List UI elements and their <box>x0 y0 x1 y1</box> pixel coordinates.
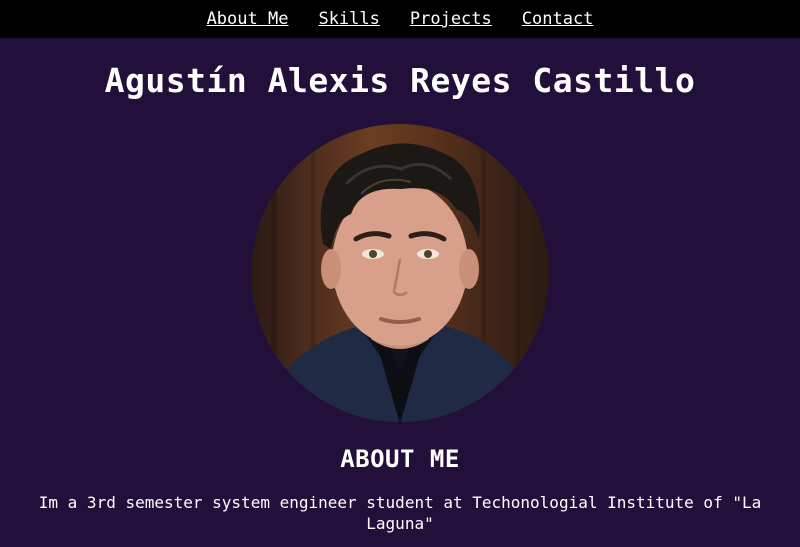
about-description: Im a 3rd semester system engineer studen… <box>38 493 762 533</box>
nav-link-projects[interactable]: Projects <box>410 9 492 29</box>
top-navigation: About Me Skills Projects Contact <box>0 0 800 38</box>
profile-photo <box>251 124 549 422</box>
avatar-container <box>0 124 800 422</box>
nav-link-about-me[interactable]: About Me <box>207 9 289 29</box>
page-title: Agustín Alexis Reyes Castillo <box>104 61 696 100</box>
nav-link-contact[interactable]: Contact <box>522 9 594 29</box>
about-section-title: ABOUT ME <box>340 445 460 473</box>
nav-link-skills[interactable]: Skills <box>318 9 379 29</box>
portrait-illustration <box>271 124 531 422</box>
